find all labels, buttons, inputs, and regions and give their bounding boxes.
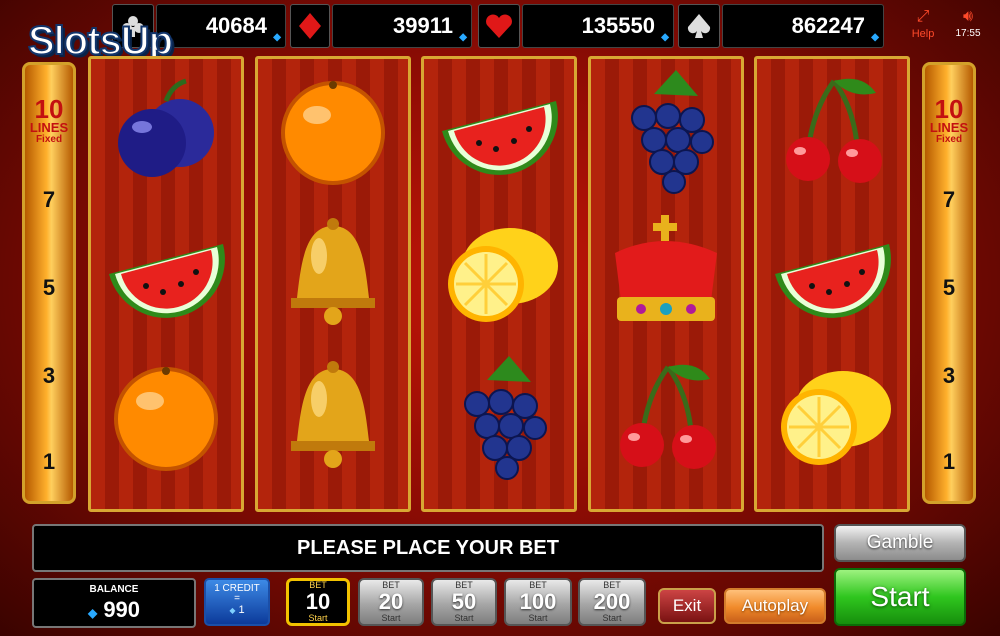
lines-fixed-label: Fixed xyxy=(935,134,963,145)
gem-icon: ◆ xyxy=(459,32,467,43)
jackpot-spade-value: 862247 ◆ xyxy=(722,4,884,48)
fullscreen-icon[interactable]: ⤢ xyxy=(900,6,946,28)
line-marker-1: 1 xyxy=(942,449,956,474)
cherry-symbol xyxy=(591,345,741,488)
heart-icon xyxy=(478,4,520,48)
bet-100-button[interactable]: BET 100 Start xyxy=(504,578,572,626)
sound-control[interactable]: 🔊︎ 17:55 xyxy=(946,6,990,48)
line-marker-7: 7 xyxy=(942,187,956,212)
message-bar: PLEASE PLACE YOUR BET xyxy=(32,524,824,572)
bell-symbol xyxy=(258,202,408,345)
grapes-symbol xyxy=(424,345,574,488)
bet-50-button[interactable]: BET 50 Start xyxy=(431,578,497,626)
jackpot-heart-value: 135550 ◆ xyxy=(522,4,674,48)
gem-icon: ◆ xyxy=(87,606,98,620)
bet-20-button[interactable]: BET 20 Start xyxy=(358,578,424,626)
orange-symbol xyxy=(91,345,241,488)
line-marker-5: 5 xyxy=(42,275,56,300)
lines-label: LINES xyxy=(29,120,69,135)
lines-count: 10 xyxy=(34,94,64,124)
spade-icon xyxy=(678,4,720,48)
help-button[interactable]: ⤢ Help xyxy=(900,6,946,48)
gem-icon: ◆ xyxy=(871,32,879,43)
speaker-icon[interactable]: 🔊︎ xyxy=(946,6,990,28)
lines-panel-left: 10 LINES Fixed 7 5 3 1 xyxy=(22,62,76,504)
diamond-icon xyxy=(290,4,330,48)
bet-10-button[interactable]: BET 10 Start xyxy=(286,578,350,626)
line-marker-5: 5 xyxy=(942,275,956,300)
gem-icon: ◆ xyxy=(273,32,281,43)
reel-5 xyxy=(754,56,910,512)
credit-equals: = xyxy=(234,593,240,604)
line-marker-1: 1 xyxy=(42,449,56,474)
balance-box: BALANCE ◆ 990 xyxy=(32,578,196,628)
reel-2 xyxy=(255,56,411,512)
lines-count: 10 xyxy=(934,94,964,124)
balance-value: 990 xyxy=(103,597,141,622)
lines-label: LINES xyxy=(929,120,969,135)
cherry-symbol xyxy=(757,59,907,202)
credit-box[interactable]: 1 CREDIT = ◆ 1 xyxy=(204,578,270,626)
lemon-symbol xyxy=(757,345,907,488)
watermelon-symbol xyxy=(757,202,907,345)
start-button[interactable]: Start xyxy=(834,568,966,626)
plum-symbol xyxy=(91,59,241,202)
autoplay-button[interactable]: Autoplay xyxy=(724,588,826,624)
gamble-button[interactable]: Gamble xyxy=(834,524,966,562)
clock: 17:55 xyxy=(955,28,981,39)
bet-200-button[interactable]: BET 200 Start xyxy=(578,578,646,626)
line-marker-7: 7 xyxy=(42,187,56,212)
line-marker-3: 3 xyxy=(942,363,956,388)
gem-icon: ◆ xyxy=(229,606,236,615)
balance-label: BALANCE xyxy=(89,584,139,595)
lines-panel-right: 10 LINES Fixed 7 5 3 1 xyxy=(922,62,976,504)
reel-1 xyxy=(88,56,244,512)
line-marker-3: 3 xyxy=(42,363,56,388)
crown-symbol xyxy=(591,202,741,345)
gem-icon: ◆ xyxy=(661,32,669,43)
lemon-symbol xyxy=(424,202,574,345)
lines-fixed-label: Fixed xyxy=(35,134,63,145)
jackpot-diamond-value: 39911 ◆ xyxy=(332,4,472,48)
orange-symbol xyxy=(258,59,408,202)
watermelon-symbol xyxy=(91,202,241,345)
grapes-symbol xyxy=(591,59,741,202)
reel-3 xyxy=(421,56,577,512)
credit-value: 1 xyxy=(238,604,245,616)
reel-4 xyxy=(588,56,744,512)
exit-button[interactable]: Exit xyxy=(658,588,716,624)
watermelon-symbol xyxy=(424,59,574,202)
bell-symbol xyxy=(258,345,408,488)
